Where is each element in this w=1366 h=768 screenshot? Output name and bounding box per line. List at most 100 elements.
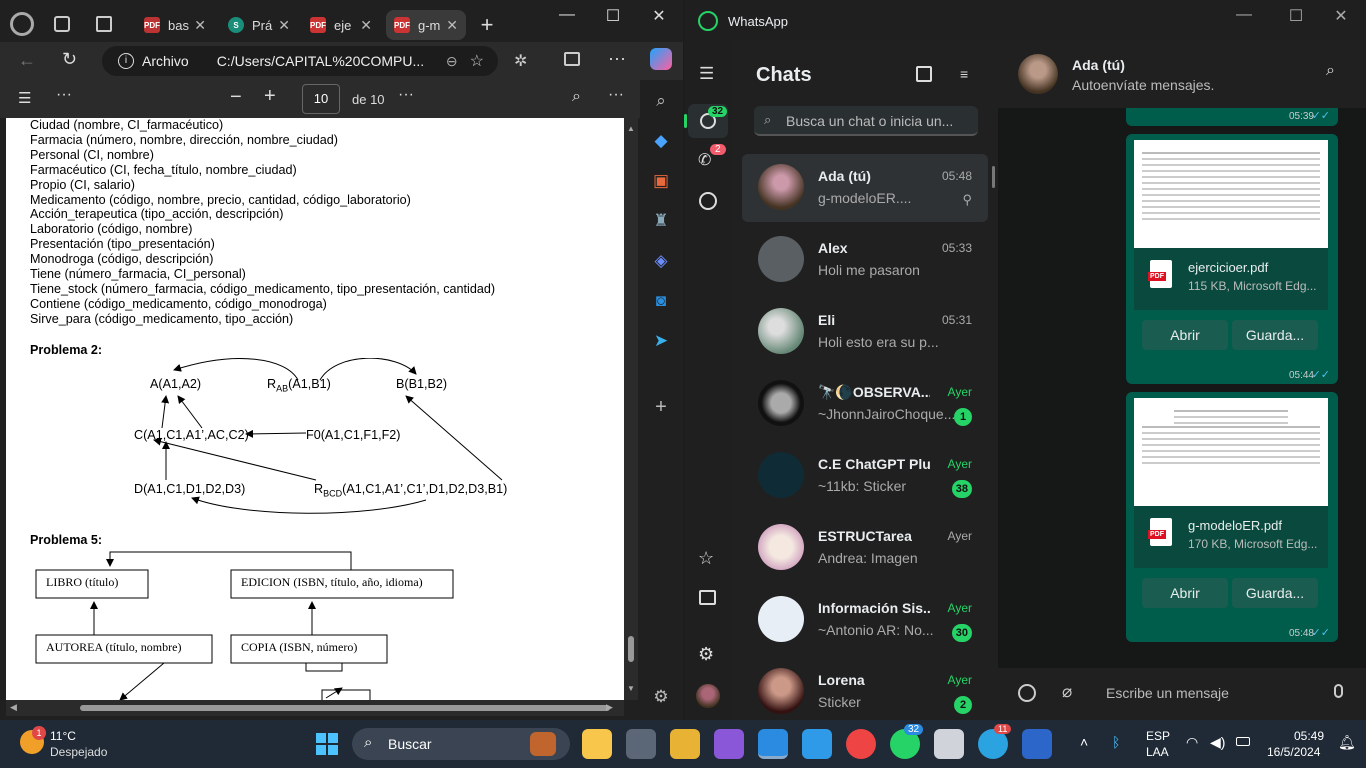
extensions-icon[interactable]: ✲ — [514, 51, 527, 71]
favorite-icon[interactable]: ☆ — [470, 51, 484, 71]
page-number-input[interactable]: 10 — [302, 84, 340, 114]
refresh-icon[interactable]: ↻ — [62, 49, 77, 70]
workspaces-icon[interactable] — [54, 16, 70, 32]
url-box[interactable]: i Archivo C:/Users/CAPITAL%20COMPU... ⊖ … — [102, 46, 498, 76]
more-icon[interactable]: ··· — [608, 48, 626, 69]
close-window-button[interactable]: ✕ — [1326, 6, 1356, 26]
emoji-icon[interactable] — [1018, 684, 1036, 702]
calendar-icon[interactable] — [934, 729, 964, 759]
minimize-button[interactable]: — — [1229, 6, 1259, 24]
file-card[interactable]: PDF g-modeloER.pdf 170 KB, Microsoft Edg… — [1134, 506, 1328, 568]
start-button[interactable] — [316, 733, 338, 755]
toolbox-icon[interactable]: ▣ — [650, 170, 672, 192]
wifi-icon[interactable]: ◠ — [1186, 734, 1198, 751]
new-chat-icon[interactable] — [916, 66, 932, 82]
scroll-down-icon[interactable]: ▼ — [627, 684, 635, 693]
send-icon[interactable]: ➤ — [650, 330, 672, 352]
add-icon[interactable]: + — [650, 396, 672, 418]
scroll-thumb[interactable] — [80, 705, 610, 711]
battery-icon[interactable] — [1236, 737, 1250, 746]
chat-list-scrollbar[interactable] — [992, 166, 995, 188]
search-icon[interactable]: ⌕ — [650, 90, 672, 112]
chat-list-item[interactable]: Información Sis... Ayer ~Antonio AR: No...… — [742, 586, 988, 654]
scroll-right-icon[interactable]: ▶ — [606, 702, 613, 713]
outlook-icon[interactable]: ◙ — [650, 290, 672, 312]
zoom-out-icon[interactable]: ⊖ — [446, 53, 458, 70]
tab-bas[interactable]: PDF bas ✕ — [136, 10, 214, 40]
microphone-icon[interactable] — [1334, 684, 1343, 698]
search-box[interactable]: ⌕ Busca un chat o inicia un... — [754, 106, 978, 136]
attach-icon[interactable]: ⌀ — [1062, 682, 1072, 702]
chevron-up-icon[interactable]: ˄ — [1080, 734, 1088, 750]
word-icon[interactable] — [1022, 729, 1052, 759]
open-file-button[interactable]: Abrir — [1142, 320, 1228, 350]
save-file-button[interactable]: Guarda... — [1232, 578, 1318, 608]
weather-desc[interactable]: Despejado — [50, 745, 107, 759]
keyboard-layout[interactable]: LAA — [1146, 745, 1169, 759]
store-icon[interactable] — [802, 729, 832, 759]
search-icon[interactable]: ⌕ — [572, 88, 581, 106]
maximize-button[interactable]: ☐ — [598, 6, 628, 26]
filter-icon[interactable]: ≡ — [960, 66, 968, 82]
chat-list-item[interactable]: C.E ChatGPT Plus Ayer ~11kb: Sticker 38 — [742, 442, 988, 510]
pdf-thumbnail[interactable] — [1134, 140, 1328, 248]
close-icon[interactable]: ✕ — [360, 17, 372, 34]
settings-icon[interactable]: ⚙ — [650, 686, 672, 708]
edge-profile-icon[interactable] — [10, 12, 34, 36]
edge-taskbar-icon[interactable] — [758, 729, 788, 759]
maximize-button[interactable]: ☐ — [1281, 6, 1311, 26]
starred-icon[interactable]: ☆ — [698, 548, 714, 569]
bluetooth-icon[interactable]: ᛒ — [1112, 734, 1120, 750]
close-window-button[interactable]: ✕ — [644, 6, 674, 26]
url-text[interactable]: C:/Users/CAPITAL%20COMPU... — [217, 53, 424, 69]
tab-eje[interactable]: PDF eje ✕ — [302, 10, 380, 40]
language-indicator[interactable]: ESP — [1146, 729, 1170, 743]
close-icon[interactable]: ✕ — [194, 17, 206, 34]
chat-list-item[interactable]: Lorena Ayer Sticker 2 — [742, 658, 988, 726]
contents-icon[interactable]: ☰ — [18, 89, 31, 107]
new-tab-button[interactable]: + — [472, 12, 502, 38]
clock-date[interactable]: 16/5/2024 — [1267, 745, 1320, 759]
chats-nav-icon[interactable]: 32 — [684, 104, 728, 138]
status-nav-icon[interactable] — [699, 192, 717, 210]
profile-avatar[interactable] — [696, 684, 720, 708]
copilot-icon[interactable] — [650, 48, 672, 70]
chat-list-item[interactable]: ESTRUCTarea Ayer Andrea: Imagen — [742, 514, 988, 582]
minimize-button[interactable]: — — [552, 6, 582, 24]
notification-bell-icon[interactable]: 🔔︎ — [1338, 734, 1356, 751]
more-icon[interactable]: ··· — [56, 86, 72, 104]
scroll-left-icon[interactable]: ◀ — [10, 702, 17, 713]
pin-icon[interactable]: ⚲ — [962, 192, 972, 208]
copilot-app-icon[interactable]: ◈ — [650, 250, 672, 272]
pdf-vertical-scrollbar[interactable]: ▲ ▼ — [624, 118, 638, 700]
contact-name[interactable]: Ada (tú) — [1072, 57, 1125, 73]
weather-temp[interactable]: 11°C — [50, 729, 76, 743]
search-box[interactable]: ⌕ Buscar — [352, 728, 570, 760]
clock-time[interactable]: 05:49 — [1294, 729, 1324, 743]
tab-actions-icon[interactable] — [96, 16, 112, 32]
zoom-out-button[interactable]: − — [230, 86, 242, 109]
scroll-up-icon[interactable]: ▲ — [627, 124, 635, 133]
archive-icon[interactable] — [699, 590, 716, 605]
visual-studio-icon[interactable] — [714, 729, 744, 759]
zoom-in-button[interactable]: + — [264, 85, 276, 108]
close-icon[interactable]: ✕ — [278, 17, 290, 34]
info-icon[interactable]: i — [118, 53, 134, 69]
calls-nav-icon[interactable]: ✆ 2 — [698, 144, 726, 170]
more-icon[interactable]: ··· — [608, 86, 624, 104]
settings-icon[interactable]: ⚙ — [698, 644, 714, 665]
tag-icon[interactable]: ◆ — [650, 130, 672, 152]
message-input[interactable]: Escribe un mensaje — [1106, 685, 1229, 701]
save-file-button[interactable]: Guarda... — [1232, 320, 1318, 350]
search-icon[interactable]: ⌕ — [1326, 62, 1335, 80]
file-card[interactable]: PDF ejercicioer.pdf 115 KB, Microsoft Ed… — [1134, 248, 1328, 310]
tab-g-m[interactable]: PDF g-m ✕ — [386, 10, 466, 40]
tab-pra[interactable]: S Prá ✕ — [220, 10, 298, 40]
menu-icon[interactable]: ☰ — [699, 64, 714, 84]
task-view-icon[interactable] — [626, 729, 656, 759]
preview-app-icon[interactable] — [582, 729, 612, 759]
chat-list-item[interactable]: 🔭🌘OBSERVA... Ayer ~JhonnJairoChoque... 1 — [742, 370, 988, 438]
open-file-button[interactable]: Abrir — [1142, 578, 1228, 608]
chat-list-item[interactable]: Alex 05:33 Holi me pasaron — [742, 226, 988, 294]
contact-avatar[interactable] — [1018, 54, 1058, 94]
